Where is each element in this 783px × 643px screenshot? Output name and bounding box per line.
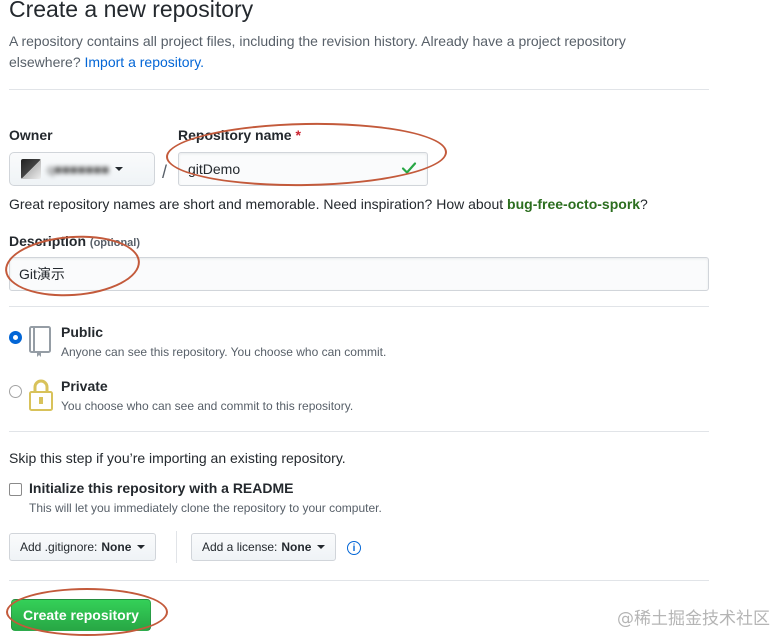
- required-mark: *: [295, 127, 301, 143]
- info-icon[interactable]: i: [347, 541, 361, 555]
- repo-book-icon: [29, 326, 51, 357]
- owner-label: Owner: [9, 127, 53, 143]
- owner-repo-separator: /: [162, 162, 168, 182]
- gitignore-label: Add .gitignore:: [20, 540, 98, 554]
- suggestion-tail: ?: [640, 196, 648, 212]
- optional-tag: (optional): [89, 237, 141, 249]
- public-title: Public: [61, 324, 104, 340]
- repo-name-label: Repository name *: [178, 127, 301, 143]
- chevron-down-icon: [115, 167, 124, 171]
- repo-name-value: gitDemo: [188, 161, 241, 177]
- divider: [9, 431, 709, 432]
- skip-note: Skip this step if you’re importing an ex…: [9, 450, 346, 466]
- owner-dropdown[interactable]: q■■■■■■■: [9, 152, 155, 186]
- repo-name-input[interactable]: gitDemo: [178, 152, 428, 186]
- select-separator: [176, 531, 177, 563]
- public-note: Anyone can see this repository. You choo…: [61, 345, 387, 359]
- chevron-down-icon: [317, 545, 326, 549]
- private-radio[interactable]: [9, 385, 22, 398]
- gitignore-select[interactable]: Add .gitignore: None: [9, 533, 157, 561]
- name-suggestion: Great repository names are short and mem…: [9, 196, 648, 212]
- suggested-name[interactable]: bug-free-octo-spork: [507, 196, 640, 212]
- owner-name: q■■■■■■■: [47, 161, 110, 177]
- description-label-text: Description: [9, 233, 87, 249]
- check-icon: [401, 162, 417, 174]
- license-select[interactable]: Add a license: None: [191, 533, 337, 561]
- divider: [9, 89, 709, 90]
- divider: [9, 306, 709, 307]
- description-value: Git演示: [19, 266, 65, 282]
- repo-name-label-text: Repository name: [178, 127, 292, 143]
- suggestion-text: Great repository names are short and mem…: [9, 196, 504, 212]
- watermark: @稀土掘金技术社区: [617, 609, 770, 629]
- avatar: [21, 159, 41, 179]
- gitignore-value: None: [101, 540, 132, 554]
- page-title: Create a new repository: [9, 0, 254, 22]
- description-label: Description (optional): [9, 233, 140, 249]
- license-value: None: [281, 540, 312, 554]
- import-repository-link[interactable]: Import a repository.: [85, 54, 205, 70]
- divider: [9, 580, 709, 581]
- create-repository-button[interactable]: Create repository: [11, 599, 151, 631]
- page-description: A repository contains all project files,…: [9, 31, 689, 73]
- lock-icon: [29, 379, 53, 411]
- license-label: Add a license:: [202, 540, 278, 554]
- readme-label[interactable]: Initialize this repository with a README: [29, 480, 293, 496]
- readme-checkbox[interactable]: [9, 483, 22, 496]
- readme-note: This will let you immediately clone the …: [29, 501, 382, 515]
- private-title: Private: [61, 378, 108, 394]
- chevron-down-icon: [137, 545, 146, 549]
- public-radio[interactable]: [9, 331, 22, 344]
- private-note: You choose who can see and commit to thi…: [61, 399, 354, 413]
- description-input[interactable]: Git演示: [9, 257, 709, 291]
